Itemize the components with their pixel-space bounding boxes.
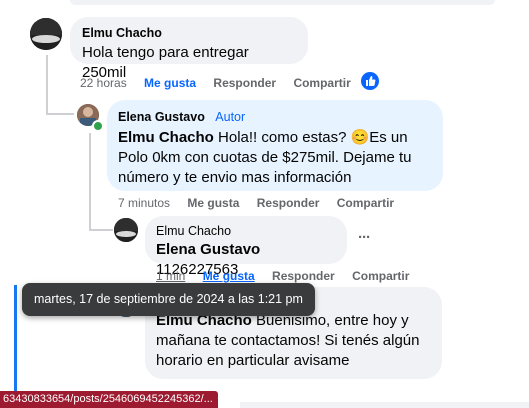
reply-button[interactable]: Responder	[257, 196, 320, 210]
mention[interactable]: Elena Gustavo	[156, 241, 260, 258]
comment-actions: 22 horas Me gusta Responder Compartir	[80, 76, 365, 90]
thumbs-up-icon	[366, 76, 376, 86]
bottom-divider	[240, 402, 529, 408]
like-button[interactable]: Me gusta	[144, 76, 196, 90]
comment-author[interactable]: Elmu Chacho	[156, 224, 336, 238]
thread-branch-nested	[89, 229, 113, 231]
share-button[interactable]: Compartir	[337, 196, 394, 210]
avatar-image	[30, 18, 62, 50]
share-button[interactable]: Compartir	[293, 76, 350, 90]
comment-time[interactable]: 7 minutos	[118, 196, 170, 210]
reply-button[interactable]: Responder	[272, 269, 335, 283]
comment-actions: 1 min Me gusta Responder Compartir	[156, 269, 423, 283]
comment-author[interactable]: Elmu Chacho	[82, 26, 296, 40]
mention[interactable]: Elmu Chacho	[118, 129, 214, 146]
like-reaction-icon[interactable]	[361, 72, 379, 90]
avatar-elmu-chacho[interactable]	[114, 218, 138, 242]
timestamp-tooltip: martes, 17 de septiembre de 2024 a las 1…	[22, 283, 315, 316]
thread-line	[46, 55, 48, 115]
comment-bubble: Elmu Chacho Elena Gustavo 1126227563	[145, 216, 347, 278]
comment-text: Elmu Chacho Buenisimo, entre hoy y mañan…	[156, 311, 431, 371]
author-badge: Autor	[215, 110, 246, 124]
more-options-button[interactable]: ···	[358, 229, 371, 246]
comment-text: Elmu Chacho Hola!! como estas? 😊Es un Po…	[118, 128, 432, 188]
avatar-elmu-chacho[interactable]	[30, 18, 62, 50]
like-button[interactable]: Me gusta	[187, 196, 239, 210]
like-button[interactable]: Me gusta	[203, 269, 255, 283]
comment-bubble: Elena Gustavo Autor Elmu Chacho Hola!! c…	[107, 100, 443, 191]
thread-line-nested	[89, 133, 91, 231]
comment-bubble: Elmu Chacho Hola tengo para entregar 250…	[70, 17, 308, 81]
thread-branch	[46, 113, 74, 115]
comment-actions: 7 minutos Me gusta Responder Compartir	[118, 196, 408, 210]
link-status-bar: 63430833654/posts/2546069452245362/...	[0, 391, 218, 408]
comment-author[interactable]: Elena Gustavo	[118, 110, 205, 124]
avatar-image	[114, 218, 138, 242]
share-button[interactable]: Compartir	[352, 269, 409, 283]
top-divider	[70, 0, 495, 5]
comment-time[interactable]: 22 horas	[80, 76, 127, 90]
reply-button[interactable]: Responder	[213, 76, 276, 90]
thread-highlight-line	[14, 285, 17, 395]
online-status-dot	[92, 120, 104, 132]
comment-time[interactable]: 1 min	[156, 269, 185, 283]
comment-header: Elena Gustavo Autor	[118, 108, 432, 126]
